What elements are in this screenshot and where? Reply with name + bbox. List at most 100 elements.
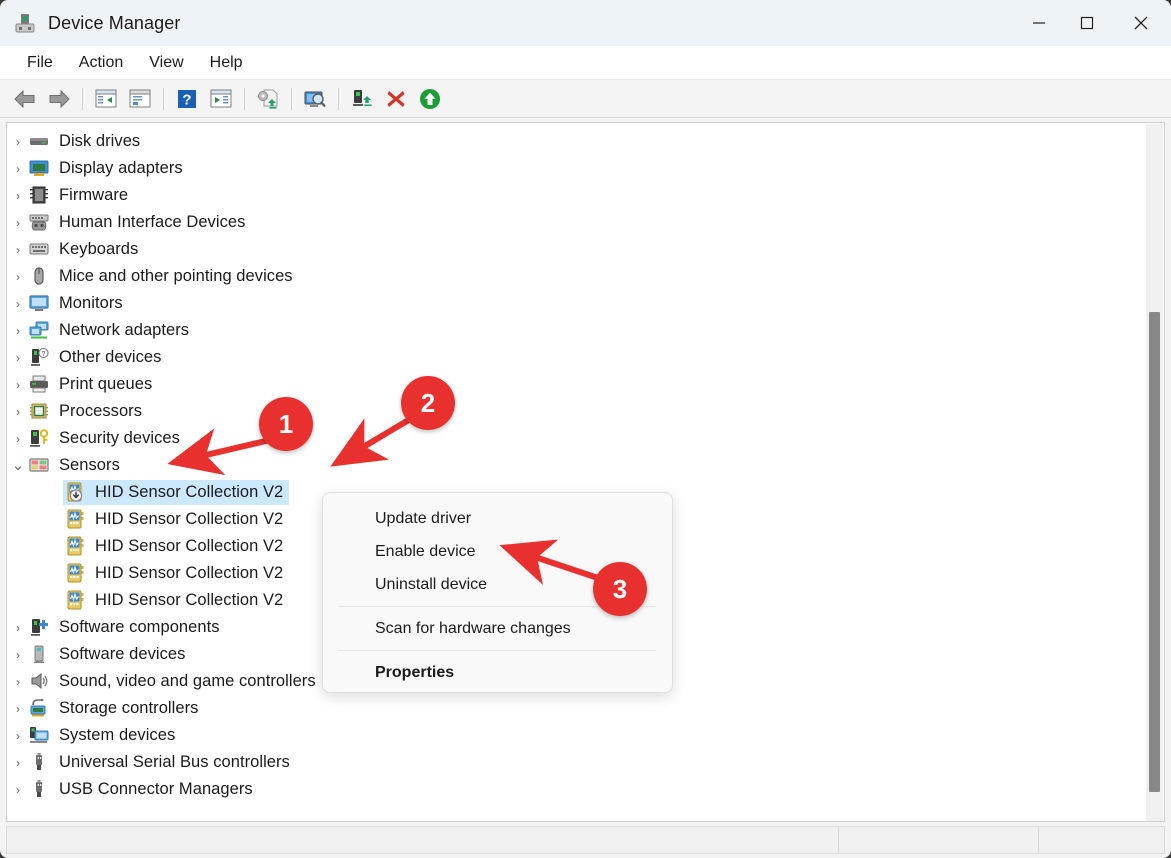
chevron-right-icon[interactable]: › — [7, 702, 29, 716]
tree-item-label: Universal Serial Bus controllers — [59, 753, 290, 771]
forward-arrow-icon[interactable] — [44, 84, 74, 114]
properties-window-icon[interactable] — [125, 84, 155, 114]
maximize-button[interactable] — [1063, 0, 1111, 46]
menu-item-view[interactable]: View — [136, 52, 196, 74]
update-driver-icon[interactable] — [253, 84, 283, 114]
context-menu-item-properties[interactable]: Properties — [323, 656, 672, 689]
svg-text:?: ? — [182, 91, 191, 108]
tree-item-label: HID Sensor Collection V2 — [95, 537, 284, 555]
tree-item[interactable]: › ? Other devices — [7, 344, 1147, 371]
hid-sensor-icon — [65, 590, 87, 612]
tree-item[interactable]: › USB Connector Managers — [7, 776, 1147, 803]
minimize-button[interactable] — [1015, 0, 1063, 46]
tree-item-label: Disk drives — [59, 132, 141, 150]
toolbar-separator — [244, 87, 245, 110]
tree-item-label: Software devices — [59, 645, 186, 663]
scan-hardware-icon[interactable] — [300, 84, 330, 114]
toolbar-separator — [163, 87, 164, 110]
status-bar-segment-3 — [1039, 827, 1164, 853]
tree-item-label: Processors — [59, 402, 143, 420]
chevron-right-icon[interactable]: › — [7, 135, 29, 149]
tree-item-label: Software components — [59, 618, 220, 636]
chevron-right-icon[interactable]: › — [7, 270, 29, 284]
hid-sensor-icon — [65, 536, 87, 558]
tree-item[interactable]: › Display adapters — [7, 155, 1147, 182]
tree-item-label: System devices — [59, 726, 176, 744]
scrollbar-thumb[interactable] — [1149, 312, 1160, 792]
vertical-scrollbar[interactable] — [1146, 124, 1163, 821]
tree-item-label: Mice and other pointing devices — [59, 267, 293, 285]
tree-item[interactable]: › Disk drives — [7, 128, 1147, 155]
tree-item-label: Print queues — [59, 375, 153, 393]
chevron-right-icon[interactable]: › — [7, 378, 29, 392]
context-menu-item-scan-for-hardware-changes[interactable]: Scan for hardware changes — [323, 612, 672, 645]
tree-item-label: Monitors — [59, 294, 123, 312]
green-up-arrow-icon[interactable] — [415, 84, 445, 114]
context-menu-item-update-driver[interactable]: Update driver — [323, 502, 672, 535]
chevron-right-icon[interactable]: › — [7, 675, 29, 689]
tree-item-label: HID Sensor Collection V2 — [95, 510, 284, 528]
title-bar: Device Manager — [0, 0, 1171, 46]
chevron-right-icon[interactable]: › — [7, 243, 29, 257]
chevron-right-icon[interactable]: › — [7, 324, 29, 338]
status-bar-segment-2 — [839, 827, 1039, 853]
tree-item[interactable]: › Firmware — [7, 182, 1147, 209]
firmware-chip-icon — [29, 185, 51, 207]
tree-item-label: Other devices — [59, 348, 162, 366]
console-tree-icon[interactable] — [91, 84, 121, 114]
chevron-right-icon[interactable]: › — [7, 162, 29, 176]
tree-item[interactable]: › Keyboards — [7, 236, 1147, 263]
tree-item-label: Human Interface Devices — [59, 213, 246, 231]
chevron-right-icon[interactable]: › — [7, 351, 29, 365]
usb-icon — [29, 779, 51, 801]
annotation-badge-3: 3 — [593, 562, 647, 616]
software-device-icon — [29, 644, 51, 666]
tree-item[interactable]: › Security devices — [7, 425, 1147, 452]
tree-item[interactable]: ⌄ Sensors — [7, 452, 1147, 479]
action-pane-icon[interactable] — [206, 84, 236, 114]
chevron-right-icon[interactable]: › — [7, 189, 29, 203]
question-mark-icon[interactable]: ? — [172, 84, 202, 114]
tree-item[interactable]: › Processors — [7, 398, 1147, 425]
tree-item[interactable]: › Human Interface Devices — [7, 209, 1147, 236]
tree-item-label: USB Connector Managers — [59, 780, 253, 798]
menu-item-help[interactable]: Help — [197, 52, 256, 74]
toolbar-separator — [338, 87, 339, 110]
tree-item[interactable]: › Monitors — [7, 290, 1147, 317]
menu-item-file[interactable]: File — [14, 52, 66, 74]
svg-text:?: ? — [42, 351, 46, 358]
chevron-right-icon[interactable]: › — [7, 621, 29, 635]
chevron-right-icon[interactable]: › — [7, 729, 29, 743]
enable-device-icon[interactable] — [347, 84, 377, 114]
close-button[interactable] — [1111, 0, 1171, 46]
tree-item[interactable]: › Storage controllers — [7, 695, 1147, 722]
tree-item-label: Firmware — [59, 186, 129, 204]
toolbar-separator — [82, 87, 83, 110]
tree-item-label: Network adapters — [59, 321, 190, 339]
red-x-icon[interactable] — [381, 84, 411, 114]
chevron-right-icon[interactable]: › — [7, 756, 29, 770]
tree-item[interactable]: › Network adapters — [7, 317, 1147, 344]
chevron-right-icon[interactable]: › — [7, 648, 29, 662]
menu-item-action[interactable]: Action — [66, 52, 136, 74]
tree-item-label: Sound, video and game controllers — [59, 672, 316, 690]
chevron-right-icon[interactable]: › — [7, 405, 29, 419]
tree-item-label: Storage controllers — [59, 699, 199, 717]
chevron-right-icon[interactable]: › — [7, 432, 29, 446]
chevron-right-icon[interactable]: › — [7, 216, 29, 230]
tree-item[interactable]: › Print queues — [7, 371, 1147, 398]
window-controls — [1015, 0, 1171, 46]
storage-controller-icon — [29, 698, 51, 720]
tree-item[interactable]: › System devices — [7, 722, 1147, 749]
tree-item[interactable]: › Universal Serial Bus controllers — [7, 749, 1147, 776]
status-bar-main — [7, 827, 839, 853]
tree-item[interactable]: › Mice and other pointing devices — [7, 263, 1147, 290]
back-arrow-icon[interactable] — [10, 84, 40, 114]
menu-bar: File Action View Help — [0, 46, 1171, 80]
chevron-right-icon[interactable]: › — [7, 297, 29, 311]
chevron-right-icon[interactable]: › — [7, 783, 29, 797]
chevron-down-icon[interactable]: ⌄ — [7, 458, 29, 473]
other-devices-icon: ? — [29, 347, 51, 369]
annotation-badge-2: 2 — [401, 376, 455, 430]
tree-item-label: Security devices — [59, 429, 180, 447]
